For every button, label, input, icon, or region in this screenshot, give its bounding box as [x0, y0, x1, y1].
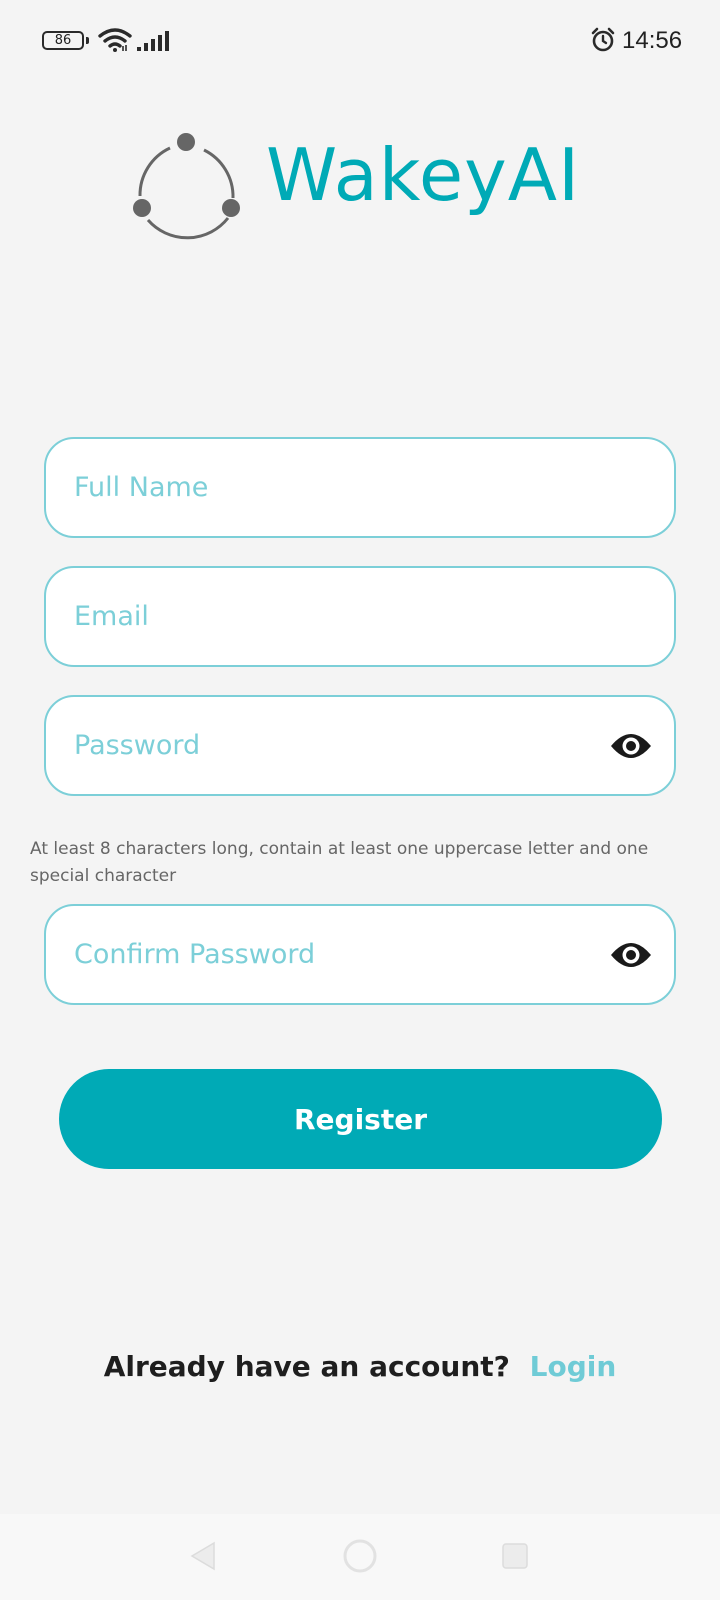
- email-field[interactable]: [44, 566, 676, 667]
- wakeyai-logo-icon: [133, 133, 240, 240]
- full-name-field[interactable]: [44, 437, 676, 538]
- alarm-icon: [591, 27, 615, 52]
- confirm-password-visibility-toggle[interactable]: [610, 936, 652, 974]
- home-icon[interactable]: [342, 1538, 378, 1574]
- email-input[interactable]: [74, 568, 594, 665]
- password-input[interactable]: [74, 697, 594, 794]
- battery-tip: [86, 37, 89, 44]
- eye-icon: [611, 734, 651, 758]
- wifi-icon: [98, 28, 132, 52]
- confirm-password-field[interactable]: [44, 904, 676, 1005]
- status-time: 14:56: [622, 27, 683, 54]
- battery-icon: 86: [42, 31, 84, 50]
- register-screen: 86 14:56 WakeyAI Full Name Email At leas…: [0, 0, 720, 1600]
- confirm-password-input[interactable]: [74, 906, 594, 1003]
- back-icon[interactable]: [190, 1541, 216, 1571]
- password-hint: At least 8 characters long, contain at l…: [30, 839, 649, 886]
- status-bar: 86 14:56: [0, 0, 720, 84]
- password-visibility-toggle[interactable]: [610, 727, 652, 765]
- login-prompt: Already have an account?: [103, 1350, 510, 1383]
- register-button[interactable]: Register: [59, 1069, 662, 1169]
- login-link[interactable]: Login: [530, 1350, 617, 1383]
- signal-icon: [137, 31, 169, 51]
- recents-icon[interactable]: [502, 1543, 528, 1569]
- password-field[interactable]: [44, 695, 676, 796]
- system-nav-bar: [0, 1514, 720, 1600]
- brand-name: WakeyAI: [266, 133, 581, 217]
- battery-level: 86: [54, 33, 72, 48]
- eye-icon: [611, 943, 651, 967]
- full-name-input[interactable]: [74, 439, 594, 536]
- login-row: Already have an account? Login: [0, 1350, 720, 1383]
